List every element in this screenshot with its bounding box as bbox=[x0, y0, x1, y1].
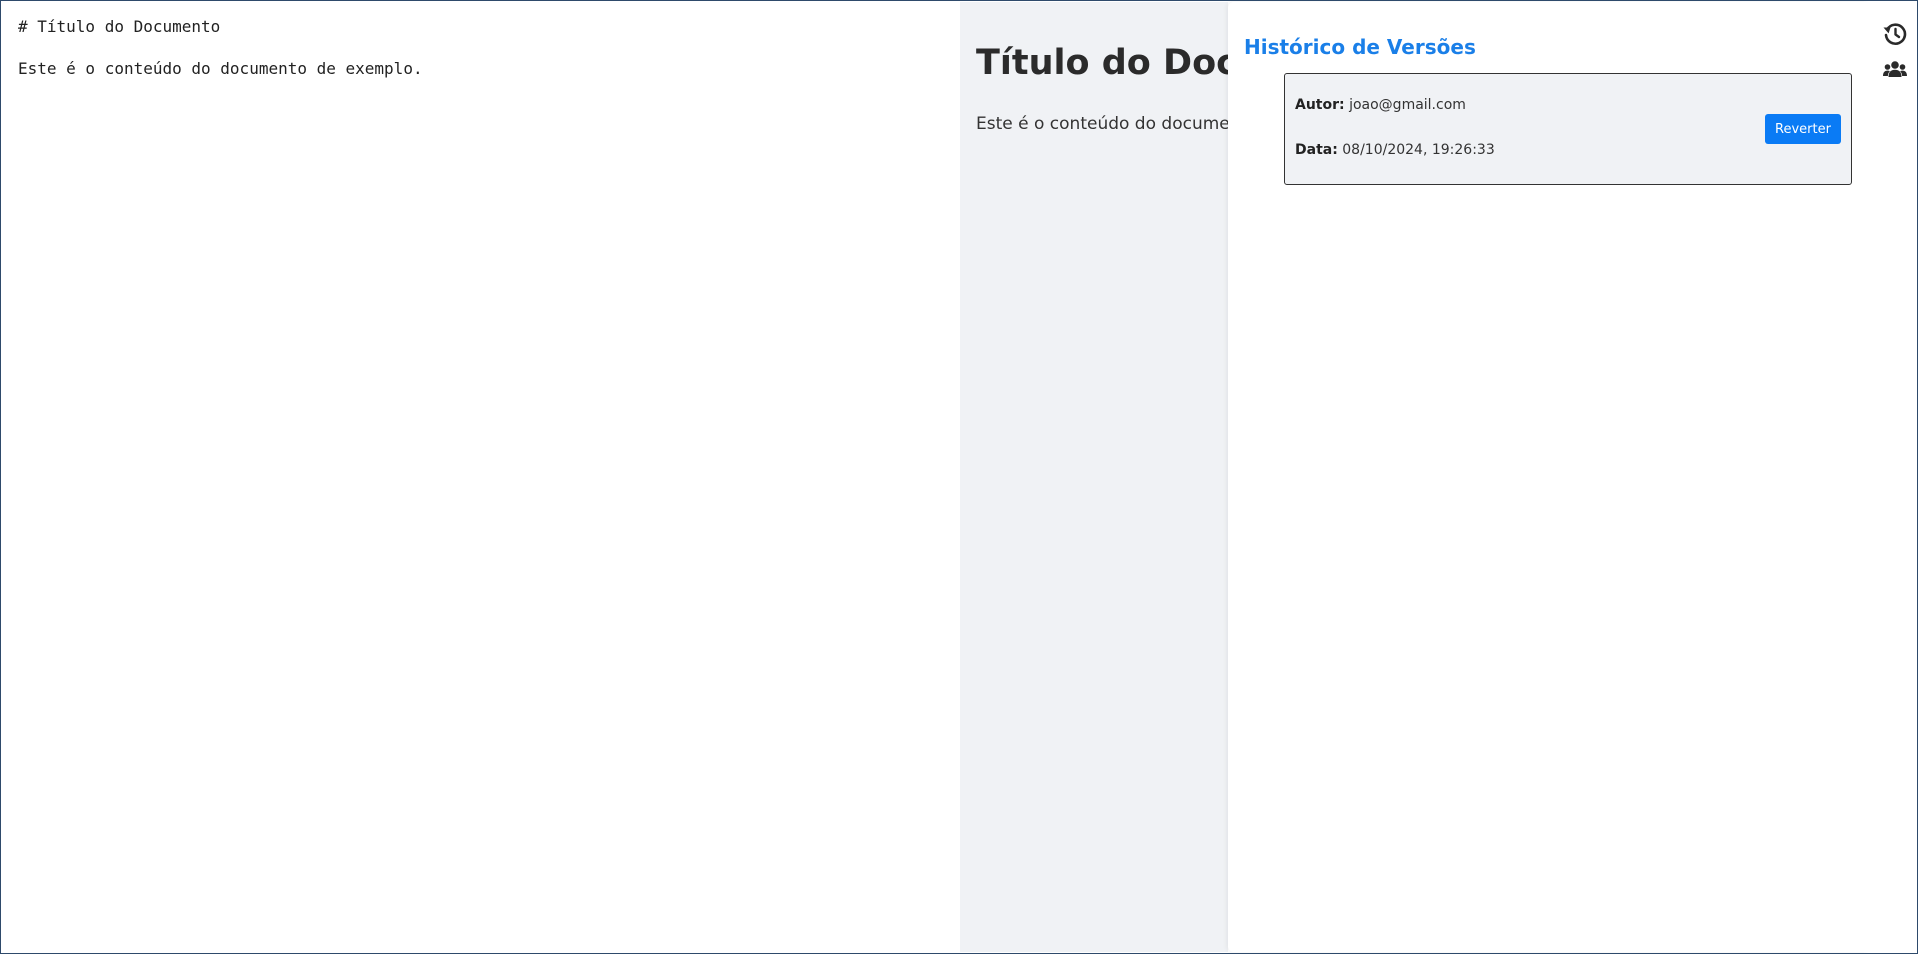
editor-line[interactable]: Este é o conteúdo do documento de exempl… bbox=[18, 58, 944, 79]
markdown-editor[interactable]: # Título do Documento Este é o conteúdo … bbox=[2, 2, 960, 952]
app-window: # Título do Documento Este é o conteúdo … bbox=[0, 0, 1918, 954]
author-value: joao@gmail.com bbox=[1349, 97, 1466, 113]
preview-heading: Título do Documento bbox=[976, 43, 1228, 83]
right-icon-rail bbox=[1868, 2, 1917, 952]
editor-blank-line[interactable] bbox=[18, 37, 944, 58]
version-date-row: Data: 08/10/2024, 19:26:33 bbox=[1295, 141, 1841, 159]
preview-paragraph: Este é o conteúdo do documento de exempl… bbox=[976, 114, 1228, 134]
history-icon[interactable] bbox=[1882, 21, 1908, 47]
date-value: 08/10/2024, 19:26:33 bbox=[1342, 142, 1495, 158]
date-label: Data: bbox=[1295, 142, 1338, 158]
markdown-preview: Título do Documento Este é o conteúdo do… bbox=[960, 2, 1228, 952]
author-label: Autor: bbox=[1295, 97, 1345, 113]
revert-button[interactable]: Reverter bbox=[1765, 114, 1841, 144]
history-title: Histórico de Versões bbox=[1244, 35, 1476, 59]
users-icon[interactable] bbox=[1882, 57, 1908, 83]
version-author-row: Autor: joao@gmail.com bbox=[1295, 96, 1841, 114]
version-history-panel: Histórico de Versões Autor: joao@gmail.c… bbox=[1228, 2, 1868, 952]
editor-line[interactable]: # Título do Documento bbox=[18, 16, 944, 37]
version-meta: Autor: joao@gmail.com Data: 08/10/2024, … bbox=[1295, 96, 1841, 159]
version-card: Autor: joao@gmail.com Data: 08/10/2024, … bbox=[1284, 73, 1852, 185]
